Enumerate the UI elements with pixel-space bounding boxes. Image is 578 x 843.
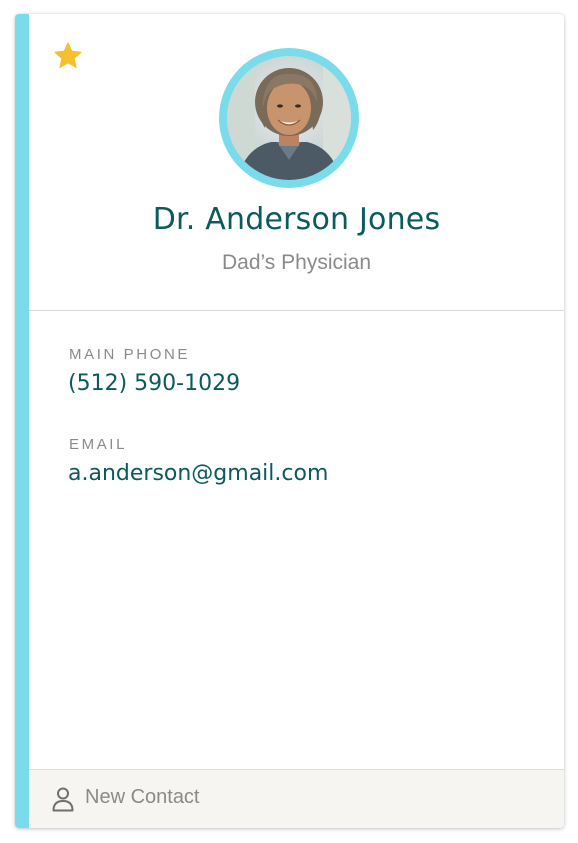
new-contact-button[interactable]: New Contact xyxy=(29,769,564,828)
email-value[interactable]: a.anderson@gmail.com xyxy=(68,461,328,486)
divider xyxy=(29,310,564,311)
person-icon xyxy=(51,786,75,812)
favorite-star-icon[interactable] xyxy=(52,40,84,72)
phone-value[interactable]: (512) 590-1029 xyxy=(68,371,240,396)
contact-card: Dr. Anderson Jones Dad’s Physician MAIN … xyxy=(15,14,564,828)
avatar-ring xyxy=(219,48,359,188)
card-accent-bar xyxy=(15,14,29,828)
contact-relationship: Dad’s Physician xyxy=(221,251,372,274)
avatar xyxy=(227,56,351,180)
email-label: EMAIL xyxy=(69,436,128,453)
phone-label: MAIN PHONE xyxy=(69,346,191,363)
new-contact-label: New Contact xyxy=(85,786,200,808)
contact-name: Dr. Anderson Jones xyxy=(152,202,441,237)
